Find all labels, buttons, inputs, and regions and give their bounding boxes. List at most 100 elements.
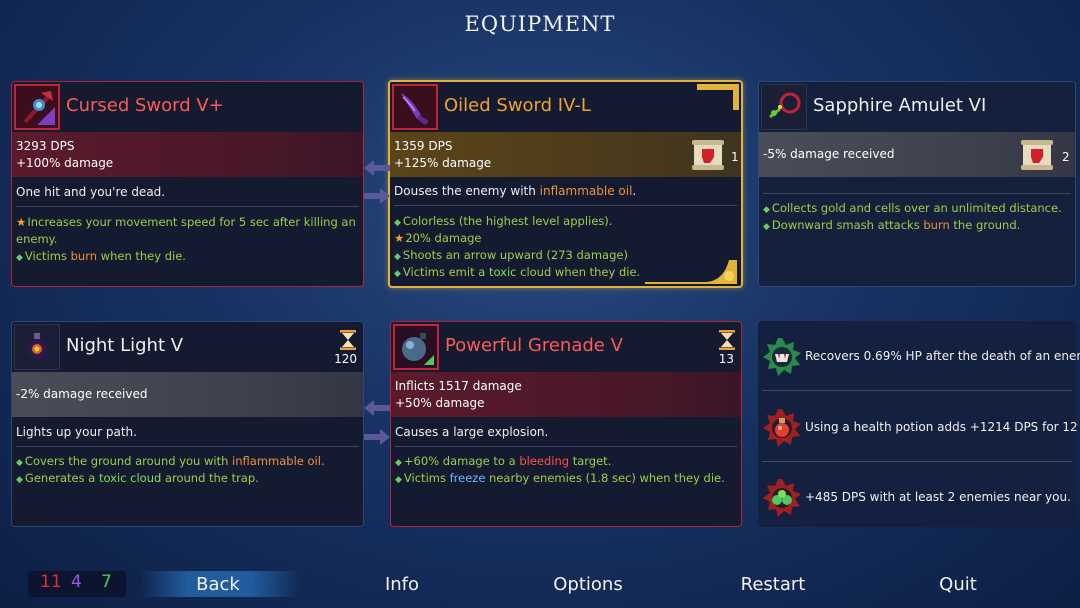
affix-text: nearby enemies (1.8 sec) when they die.	[485, 471, 725, 485]
item-name: Night Light V	[66, 335, 184, 356]
affix-text: 20% damage	[405, 231, 482, 245]
oiled-sword-card[interactable]: Oiled Sword IV-L 1359 DPS +125% damage 1…	[388, 80, 743, 288]
card-header: Night Light V	[12, 322, 363, 372]
oiled-sword-icon	[392, 84, 438, 130]
cooldown-icon	[719, 330, 735, 350]
night-light-icon	[14, 324, 60, 370]
bullet-icon: ◆	[763, 222, 770, 232]
night-light-card[interactable]: Night Light V 120 -2% damage received Li…	[11, 321, 364, 527]
survival-count: 7	[101, 572, 112, 592]
bullet-icon: ◆	[394, 269, 401, 279]
affix-line: ◆ Victims freeze nearby enemies (1.8 sec)…	[395, 470, 735, 489]
grenade-icon	[393, 324, 439, 370]
brutality-scroll-icon	[1021, 140, 1053, 170]
item-name: Powerful Grenade V	[445, 335, 623, 356]
card-header: Oiled Sword IV-L	[390, 82, 741, 132]
affix-text: +60% damage to a	[403, 454, 520, 468]
item-stats: 1359 DPS +125% damage	[390, 132, 741, 177]
cooldown-value: 120	[334, 352, 357, 366]
bullet-icon: ◆	[395, 475, 402, 485]
bullet-icon: ◆	[16, 475, 23, 485]
affix-text: Generates a	[24, 471, 99, 485]
item-name: Oiled Sword IV-L	[444, 95, 591, 116]
desc-text: .	[632, 184, 637, 198]
item-stats: 3293 DPS +100% damage	[12, 132, 363, 177]
bullet-icon: ◆	[394, 252, 401, 262]
affix-text: Shoots an arrow upward (273 damage)	[402, 248, 628, 262]
divider	[762, 390, 1072, 391]
item-name: Cursed Sword V+	[66, 95, 224, 116]
swap-left-arrow-icon[interactable]	[364, 400, 390, 416]
affix-text: Victims	[403, 471, 450, 485]
dps-value: 3293 DPS	[16, 139, 75, 153]
card-header: Sapphire Amulet VI	[759, 82, 1075, 132]
damage-value: Inflicts 1517 damage	[395, 379, 522, 393]
scroll-count: 2	[1062, 150, 1070, 164]
item-stats: -2% damage received	[12, 372, 363, 417]
affix-text: enemy.	[16, 232, 58, 246]
powerful-grenade-card[interactable]: Powerful Grenade V 13 Inflicts 1517 dama…	[390, 321, 742, 527]
quit-button[interactable]: Quit	[898, 574, 1018, 595]
desc-keyword: inflammable oil	[539, 184, 633, 198]
info-button[interactable]: Info	[342, 574, 462, 595]
star-icon: ★	[394, 231, 405, 245]
item-description: Causes a large explosion.	[395, 425, 549, 439]
restart-button[interactable]: Restart	[713, 574, 833, 595]
affix-keyword: inflammable oil	[232, 454, 321, 468]
divider	[762, 461, 1072, 462]
affix-text: .	[320, 454, 325, 468]
divider	[16, 446, 359, 447]
page-title: EQUIPMENT	[464, 12, 616, 36]
affix-keyword: burn	[923, 218, 950, 232]
item-name: Sapphire Amulet VI	[813, 95, 987, 116]
bullet-icon: ◆	[394, 218, 401, 228]
back-button[interactable]: Back	[158, 574, 278, 595]
affix-line: ◆ Victims burn when they die.	[16, 248, 357, 267]
scroll-count: 1	[731, 150, 739, 164]
affix-line: ★20% damage	[394, 230, 735, 247]
affix-keyword: burn	[70, 249, 98, 263]
bullet-icon: ◆	[395, 458, 402, 468]
cursed-sword-card[interactable]: Cursed Sword V+ 3293 DPS +100% damage On…	[11, 81, 364, 287]
affix-text: cloud when they die.	[516, 265, 641, 279]
mutation-text: +485 DPS with at least 2 enemies near yo…	[805, 490, 1071, 504]
dps-value: 1359 DPS	[394, 139, 453, 153]
legendary-corner-ornament	[645, 260, 737, 284]
mutation-row[interactable]: Recovers 0.69% HP after the death of an …	[758, 325, 1080, 387]
swap-right-arrow-icon[interactable]	[364, 188, 390, 204]
affix-text: target.	[569, 454, 612, 468]
affix-keyword: freeze	[449, 471, 486, 485]
mutation-row[interactable]: +485 DPS with at least 2 enemies near yo…	[758, 466, 1074, 528]
damage-reduction: -2% damage received	[16, 387, 148, 401]
divider	[763, 193, 1071, 194]
mutation-text: Recovers 0.69% HP after the death of an …	[805, 349, 1080, 363]
brutality-scroll-icon	[692, 140, 724, 170]
vampirism-icon	[763, 338, 801, 376]
affix-text: Covers the ground around you with	[24, 454, 233, 468]
affix-text: Collects gold and cells over an unlimite…	[771, 201, 1062, 215]
bullet-icon: ◆	[16, 253, 23, 263]
affix-keyword: bleeding	[519, 454, 570, 468]
sapphire-amulet-card[interactable]: Sapphire Amulet VI -5% damage received 2…	[758, 81, 1076, 287]
affix-text: the ground.	[949, 218, 1021, 232]
item-description: Lights up your path.	[16, 425, 137, 439]
damage-bonus: +125% damage	[394, 156, 492, 170]
item-description: Douses the enemy with inflammable oil.	[394, 184, 737, 198]
tactics-count: 4	[71, 572, 82, 592]
item-description: One hit and you're dead.	[16, 185, 166, 199]
swap-left-arrow-icon[interactable]	[364, 160, 390, 176]
cursed-sword-icon	[14, 84, 60, 130]
swap-right-arrow-icon[interactable]	[364, 429, 390, 445]
bullet-icon: ◆	[763, 205, 770, 215]
desc-text: Douses the enemy with	[394, 184, 540, 198]
card-header: Cursed Sword V+	[12, 82, 363, 132]
affix-text: when they die.	[97, 249, 186, 263]
damage-bonus: +100% damage	[16, 156, 114, 170]
card-header: Powerful Grenade V	[391, 322, 741, 372]
affix-keyword: toxic cloud	[98, 471, 162, 485]
affix-line: ◆ Downward smash attacks burn the ground.	[763, 217, 1069, 236]
mutation-row[interactable]: Using a health potion adds +1214 DPS for…	[758, 396, 1080, 458]
options-button[interactable]: Options	[528, 574, 648, 595]
brutality-count: 11	[40, 572, 62, 592]
potion-mutation-icon	[763, 409, 801, 447]
